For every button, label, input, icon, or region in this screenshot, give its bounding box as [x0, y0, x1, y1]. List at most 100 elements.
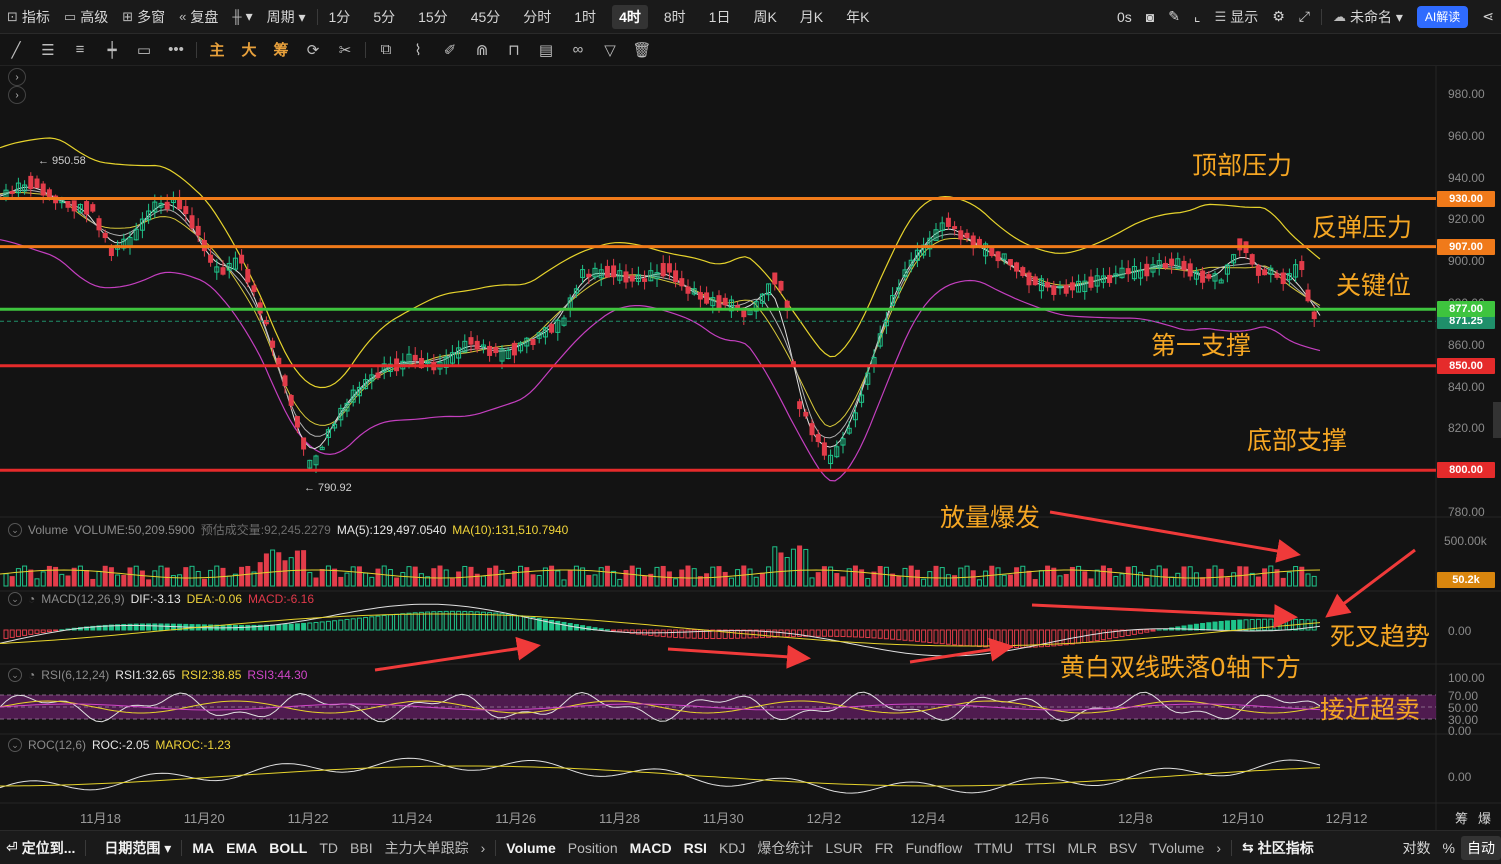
indicator-3[interactable]: RSI	[678, 836, 713, 860]
candle-body	[549, 323, 555, 333]
community-indicator-button[interactable]: ⇆ 社区指标	[1236, 836, 1320, 860]
expand-icon[interactable]: ⤢	[1292, 5, 1317, 29]
goto-button[interactable]: ⏎ 定位到...	[0, 836, 81, 860]
indicator-6[interactable]: LSUR	[819, 836, 868, 860]
line-tool-icon[interactable]: ╱	[0, 38, 32, 62]
date-range-dropdown[interactable]: 日期范围 ▾	[90, 836, 177, 860]
overlay-0[interactable]: MA	[186, 836, 220, 860]
advanced-button[interactable]: ▭ 高级	[57, 5, 115, 29]
replay-button[interactable]: «复盘	[172, 5, 225, 29]
period-8[interactable]: 1日	[702, 5, 738, 29]
indicator-2[interactable]: MACD	[624, 836, 678, 860]
account-dropdown[interactable]: ☁ 未命名 ▾	[1326, 5, 1410, 29]
period-4[interactable]: 分时	[516, 5, 558, 29]
overlay-5[interactable]: 主力大单跟踪	[379, 836, 475, 860]
volume-bar	[1107, 568, 1113, 587]
main-force-tool[interactable]: 主	[201, 38, 233, 62]
candle-body	[772, 272, 778, 285]
period-0[interactable]: 1分	[322, 5, 358, 29]
period-9[interactable]: 周K	[746, 5, 783, 29]
bell-icon[interactable]: ◔	[28, 668, 35, 682]
indicator-9[interactable]: TTMU	[968, 836, 1019, 860]
liquidation-shortcut[interactable]: 爆	[1478, 808, 1491, 827]
overlay-more-icon[interactable]: ›	[475, 836, 492, 860]
magnet-icon[interactable]: ⋒	[466, 38, 498, 62]
collapse-icon[interactable]: ⌄	[8, 592, 22, 606]
overlay-2[interactable]: BOLL	[263, 836, 313, 860]
candle-type-button[interactable]: ╫ ▾	[225, 5, 259, 29]
collapse-icon[interactable]: ⌄	[8, 522, 22, 537]
collapse-icon[interactable]: ⌄	[8, 668, 22, 682]
ai-interpret-button[interactable]: AI解读	[1416, 5, 1469, 28]
period-2[interactable]: 15分	[411, 5, 455, 29]
settings-icon[interactable]: ⚙	[1265, 5, 1292, 29]
percent-scale-button[interactable]: %	[1437, 836, 1461, 860]
collapse-icon[interactable]: ›	[8, 68, 26, 86]
copy-icon[interactable]: ⧉	[370, 38, 402, 62]
candle-body	[108, 248, 114, 256]
overlay-3[interactable]: TD	[313, 836, 344, 860]
period-11[interactable]: 年K	[839, 5, 876, 29]
big-order-tool[interactable]: 大	[233, 38, 265, 62]
period-5[interactable]: 1时	[567, 5, 603, 29]
macd-bar	[877, 629, 883, 639]
overlay-4[interactable]: BBI	[344, 836, 379, 860]
period-dropdown[interactable]: 周期 ▾	[260, 5, 313, 29]
indicator-12[interactable]: BSV	[1103, 836, 1143, 860]
indicator-7[interactable]: FR	[869, 836, 900, 860]
indicator-button[interactable]: ⊡ 指标	[0, 5, 57, 29]
fullscreen-exit-icon[interactable]: ⌞	[1187, 5, 1208, 29]
indicator-10[interactable]: TTSI	[1019, 836, 1061, 860]
lock-icon[interactable]: ⊓	[498, 38, 530, 62]
volume-bar	[815, 572, 821, 587]
indicator-1[interactable]: Position	[562, 836, 624, 860]
macd-bar	[1100, 629, 1106, 641]
macd-bar	[387, 614, 393, 631]
overlay-1[interactable]: EMA	[220, 836, 263, 860]
parallel-tool-icon[interactable]: ☰	[32, 38, 64, 62]
indicator-11[interactable]: MLR	[1061, 836, 1103, 860]
indicator-8[interactable]: Fundflow	[899, 836, 968, 860]
period-7[interactable]: 8时	[657, 5, 693, 29]
indicator-4[interactable]: KDJ	[713, 836, 751, 860]
candle-body	[65, 201, 71, 208]
log-scale-button[interactable]: 对数	[1397, 836, 1437, 860]
macd-bar	[828, 629, 834, 637]
volume-bar	[1125, 566, 1131, 587]
cross-tool-icon[interactable]: ┿	[96, 38, 128, 62]
hline-tool-icon[interactable]: ≡	[64, 38, 96, 62]
chart-area[interactable]: 980.00960.00940.00920.00900.00880.00860.…	[0, 66, 1501, 830]
eraser-icon[interactable]: ✂	[329, 38, 361, 62]
display-button[interactable]: ☰ 显示	[1208, 5, 1266, 29]
share-icon[interactable]: ⋖	[1475, 5, 1501, 29]
candle-body	[84, 201, 90, 215]
multi-window-button[interactable]: ⊞ 多窗	[115, 5, 172, 29]
period-1[interactable]: 5分	[366, 5, 402, 29]
trash-icon[interactable]: 🗑	[626, 38, 658, 62]
chips-tool[interactable]: 筹	[265, 38, 297, 62]
right-panel-handle[interactable]	[1493, 402, 1501, 438]
indicator-more-icon[interactable]: ›	[1210, 836, 1227, 860]
period-3[interactable]: 45分	[464, 5, 508, 29]
rotate-icon[interactable]: ⟳	[297, 38, 329, 62]
link-icon[interactable]: ∞	[562, 38, 594, 62]
ruler-icon[interactable]: ⌇	[402, 38, 434, 62]
indicator-0[interactable]: Volume	[500, 836, 562, 860]
auto-scale-button[interactable]: 自动	[1461, 835, 1501, 860]
brush-icon[interactable]: ✐	[434, 38, 466, 62]
collapse-icon[interactable]: ⌄	[8, 738, 22, 752]
note-icon[interactable]: ▤	[530, 38, 562, 62]
bell-icon[interactable]: ◔	[28, 592, 35, 606]
candle-body	[412, 354, 418, 361]
rect-tool-icon[interactable]: ▭	[128, 38, 160, 62]
pen-icon[interactable]: ✎	[1161, 5, 1187, 29]
expand-panel-icon[interactable]: ›	[8, 86, 26, 104]
indicator-13[interactable]: TVolume	[1143, 836, 1210, 860]
indicator-5[interactable]: 爆仓统计	[751, 836, 819, 860]
camera-icon[interactable]: ◙	[1139, 5, 1161, 29]
period-6[interactable]: 4时	[612, 4, 648, 29]
period-10[interactable]: 月K	[793, 5, 830, 29]
filter-icon[interactable]: ▽	[594, 38, 626, 62]
more-tool-icon[interactable]: •••	[160, 38, 192, 62]
chips-shortcut[interactable]: 筹	[1455, 808, 1468, 827]
